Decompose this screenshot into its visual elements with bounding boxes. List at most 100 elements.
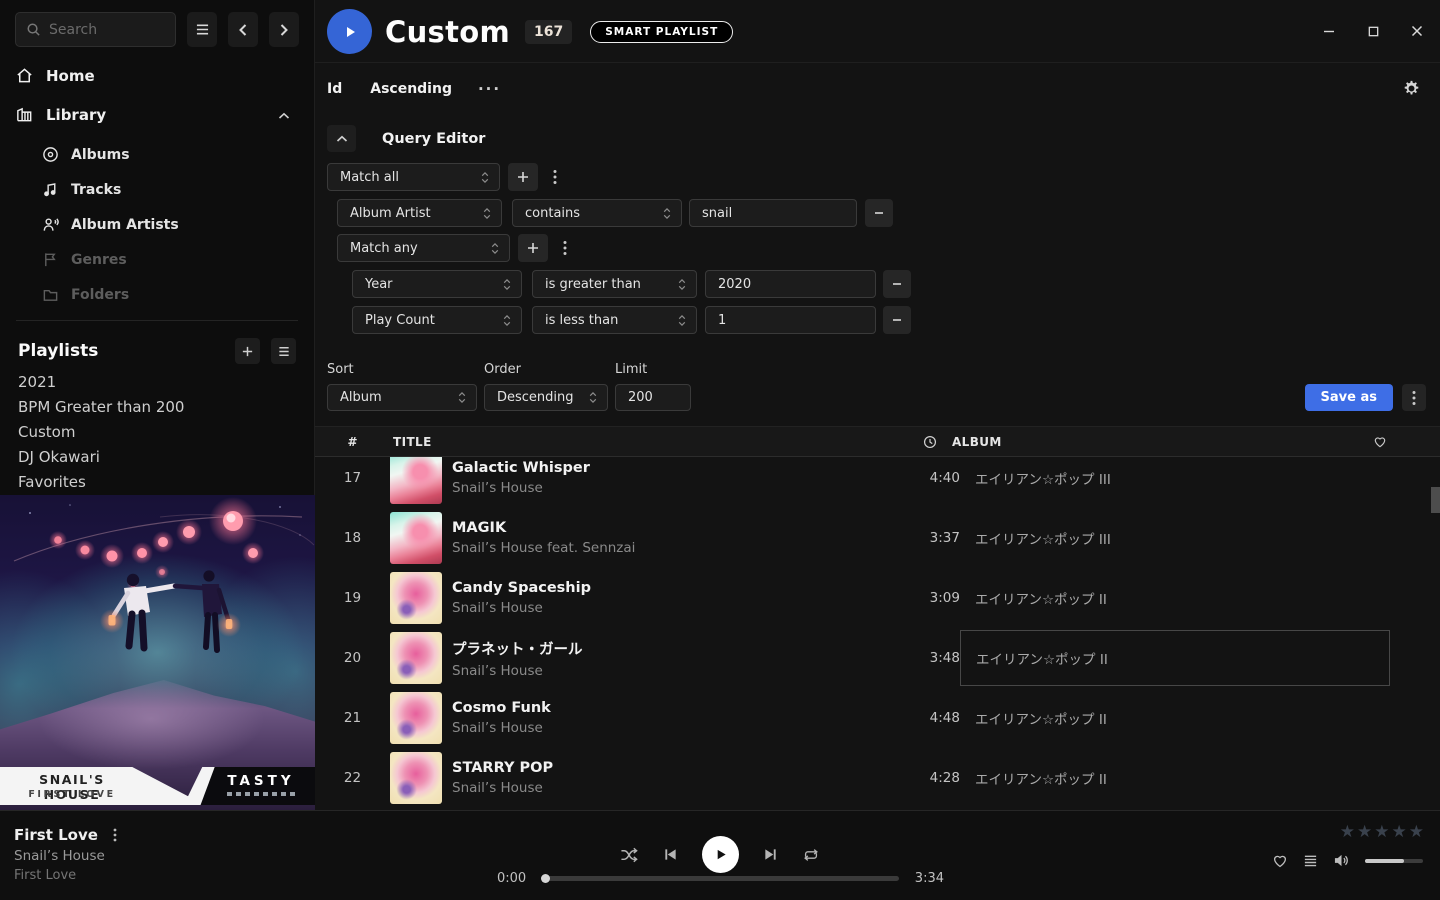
sort-select[interactable]: Album <box>327 384 477 411</box>
add-playlist-button[interactable] <box>235 338 260 364</box>
playlist-item[interactable]: DJ Okawari <box>18 448 100 466</box>
table-row[interactable]: 21 Cosmo FunkSnail’s House 4:48 エイリアン☆ポッ… <box>315 688 1440 748</box>
settings-gear-button[interactable] <box>1403 80 1420 97</box>
column-duration[interactable] <box>877 435 937 449</box>
seek-knob[interactable] <box>541 874 550 883</box>
star-icon[interactable]: ★ <box>1357 822 1373 842</box>
track-album[interactable]: エイリアン☆ポップ II <box>960 690 1390 746</box>
disc-icon <box>42 146 59 163</box>
star-icon[interactable]: ★ <box>1340 822 1356 842</box>
sidebar-item-library[interactable]: Library <box>15 105 300 124</box>
sidebar-item-tracks[interactable]: Tracks <box>42 181 121 198</box>
limit-label: Limit <box>615 362 691 377</box>
scrollbar-thumb[interactable] <box>1431 487 1440 513</box>
column-favorite[interactable] <box>1367 435 1417 448</box>
table-row[interactable]: 19 Candy SpaceshipSnail’s House 3:09 エイリ… <box>315 568 1440 628</box>
rule-field-select[interactable]: Year <box>352 270 522 298</box>
rating-stars[interactable]: ★★★★★ <box>1340 822 1425 842</box>
star-icon[interactable]: ★ <box>1409 822 1425 842</box>
next-button[interactable] <box>763 847 778 862</box>
table-row[interactable]: 22 STARRY POPSnail’s House 4:28 エイリアン☆ポッ… <box>315 748 1440 808</box>
seek-bar[interactable] <box>542 876 899 881</box>
nav-back-button[interactable] <box>228 12 258 47</box>
rule-operator-value: is greater than <box>545 277 670 292</box>
playlist-item[interactable]: Custom <box>18 423 75 441</box>
table-row[interactable]: 18 MAGIKSnail’s House feat. Sennzai 3:37… <box>315 508 1440 568</box>
order-select[interactable]: Descending <box>484 384 608 411</box>
nav-forward-button[interactable] <box>269 12 299 47</box>
volume-slider[interactable] <box>1365 859 1423 863</box>
order-value: Descending <box>497 390 581 405</box>
save-as-button[interactable]: Save as <box>1305 384 1393 411</box>
rule-value-input[interactable] <box>705 306 876 334</box>
sort-field-button[interactable]: Id <box>327 81 342 97</box>
track-number: 21 <box>315 710 390 726</box>
volume-button[interactable] <box>1333 853 1350 868</box>
rule-value-input[interactable] <box>705 270 876 298</box>
sidebar-item-album-artists[interactable]: Album Artists <box>42 216 179 233</box>
group-menu-button[interactable] <box>554 234 576 262</box>
shuffle-button[interactable] <box>620 847 639 863</box>
column-index[interactable]: # <box>315 435 390 449</box>
track-number: 19 <box>315 590 390 606</box>
menu-button[interactable] <box>187 12 217 47</box>
play-pause-button[interactable] <box>702 836 739 873</box>
search-box[interactable] <box>15 12 176 47</box>
match-type-select[interactable]: Match any <box>337 234 510 262</box>
remove-rule-button[interactable] <box>883 270 911 298</box>
rule-value-input[interactable] <box>689 199 857 227</box>
limit-input[interactable] <box>615 384 691 411</box>
track-album[interactable]: エイリアン☆ポップ III <box>960 450 1390 506</box>
rule-operator-select[interactable]: contains <box>512 199 682 227</box>
sidebar-item-folders[interactable]: Folders <box>42 286 129 303</box>
track-cover-thumbnail <box>390 452 442 504</box>
sidebar-divider <box>16 320 298 321</box>
close-button[interactable] <box>1408 23 1426 39</box>
playlist-item[interactable]: 2021 <box>18 373 56 391</box>
chevron-up-icon[interactable] <box>278 106 290 124</box>
track-album[interactable]: エイリアン☆ポップ II <box>960 750 1390 806</box>
rule-field-value: Play Count <box>365 313 495 328</box>
rule-operator-select[interactable]: is greater than <box>532 270 697 298</box>
sort-direction-button[interactable]: Ascending <box>370 81 452 97</box>
track-album[interactable]: エイリアン☆ポップ III <box>960 510 1390 566</box>
track-album-selected-cell[interactable]: エイリアン☆ポップ II <box>960 630 1390 686</box>
chevron-right-icon <box>278 23 290 37</box>
star-icon[interactable]: ★ <box>1374 822 1390 842</box>
playlist-item[interactable]: Favorites <box>18 473 86 491</box>
playlist-item[interactable]: BPM Greater than 200 <box>18 398 184 416</box>
collapse-query-editor-button[interactable] <box>327 125 356 152</box>
sidebar-item-genres[interactable]: Genres <box>42 251 127 268</box>
search-input[interactable] <box>49 22 165 38</box>
play-playlist-button[interactable] <box>327 9 372 54</box>
plus-icon <box>241 345 254 358</box>
add-rule-button[interactable] <box>508 163 538 191</box>
favorite-button[interactable] <box>1272 853 1288 868</box>
rule-field-select[interactable]: Play Count <box>352 306 522 334</box>
column-album[interactable]: ALBUM <box>937 435 1367 449</box>
column-title[interactable]: TITLE <box>390 435 910 449</box>
more-options-button[interactable]: ··· <box>478 84 501 94</box>
remove-rule-button[interactable] <box>865 199 893 227</box>
repeat-button[interactable] <box>802 847 820 863</box>
match-type-select[interactable]: Match all <box>327 163 500 191</box>
now-playing-album-art[interactable]: SNAIL'S HOUSE FIRST LOVE TASTY <box>0 495 315 810</box>
manage-playlists-button[interactable] <box>271 338 296 364</box>
queue-button[interactable] <box>1303 854 1318 868</box>
sidebar-item-home[interactable]: Home <box>15 66 300 85</box>
rule-field-select[interactable]: Album Artist <box>337 199 502 227</box>
previous-button[interactable] <box>663 847 678 862</box>
star-icon[interactable]: ★ <box>1392 822 1408 842</box>
table-row[interactable]: 20 プラネット・ガールSnail’s House 3:48 エイリアン☆ポップ… <box>315 628 1440 688</box>
add-rule-button[interactable] <box>518 234 548 262</box>
track-album[interactable]: エイリアン☆ポップ II <box>960 570 1390 626</box>
group-menu-button[interactable] <box>544 163 566 191</box>
search-icon <box>26 22 41 37</box>
maximize-button[interactable] <box>1364 23 1382 39</box>
minimize-button[interactable] <box>1320 23 1338 39</box>
remove-rule-button[interactable] <box>883 306 911 334</box>
sidebar-item-albums[interactable]: Albums <box>42 146 130 163</box>
table-row[interactable]: 17 Galactic WhisperSnail’s House 4:40 エイ… <box>315 448 1440 508</box>
save-menu-button[interactable] <box>1402 384 1426 411</box>
rule-operator-select[interactable]: is less than <box>532 306 697 334</box>
